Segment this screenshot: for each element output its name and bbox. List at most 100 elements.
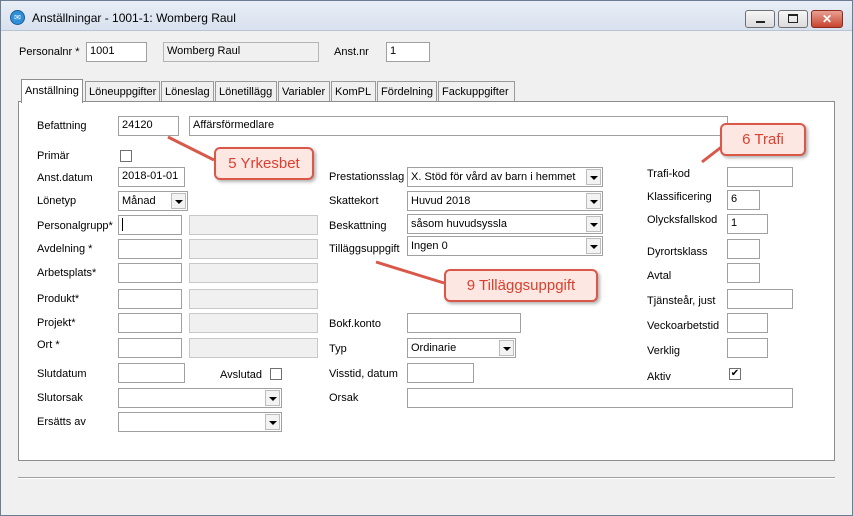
projekt-label: Projekt* [37,317,76,329]
typ-select[interactable]: Ordinarie [407,338,516,358]
beskattning-select[interactable]: såsom huvudsyssla [407,214,603,234]
verklig-label: Verklig [647,345,681,357]
befattning-label: Befattning [37,120,87,132]
slutdatum-label: Slutdatum [37,368,87,380]
tab-lonetillagg[interactable]: Lönetillägg [215,81,277,101]
befattning-code-field[interactable]: 24120 [118,116,179,136]
lonetyp-value: Månad [122,195,156,207]
olycksfallskod-field[interactable]: 1 [727,214,768,234]
trafikod-field[interactable] [727,167,793,187]
chevron-down-icon[interactable] [265,390,280,406]
veckoarbetstid-label: Veckoarbetstid [647,320,720,332]
callout-trafi: 6 Trafi [720,123,806,156]
chevron-down-icon[interactable] [586,216,601,232]
beskattning-value: såsom huvudsyssla [411,218,507,230]
projekt-field[interactable] [118,313,182,333]
avtal-field[interactable] [727,263,760,283]
dyrortsklass-field[interactable] [727,239,760,259]
avdelning-name-field [189,239,318,259]
personalgrupp-field[interactable] [118,215,182,235]
tab-fackuppgifter[interactable]: Fackuppgifter [438,81,515,101]
chevron-down-icon[interactable] [586,238,601,254]
arbetsplats-label: Arbetsplats* [37,267,97,279]
trafikod-label: Trafi-kod [647,168,690,180]
prestationsslag-select[interactable]: X. Stöd för vård av barn i hemmet [407,167,603,187]
bokfkonto-label: Bokf.konto [329,318,381,330]
prestationsslag-value: X. Stöd för vård av barn i hemmet [411,171,576,183]
personalgrupp-name-field [189,215,318,235]
chevron-down-icon[interactable] [265,414,280,430]
tillaggsuppgift-select[interactable]: Ingen 0 [407,236,603,256]
arbetsplats-field[interactable] [118,263,182,283]
tab-anstallning[interactable]: Anställning [21,79,83,103]
orsak-label: Orsak [329,392,359,404]
lonetyp-label: Lönetyp [37,195,77,207]
tjanstear-field[interactable] [727,289,793,309]
maximize-button[interactable] [778,10,808,28]
befattning-text-field[interactable]: Affärsförmedlare [189,116,728,136]
skattekort-label: Skattekort [329,195,379,207]
avslutad-label: Avslutad [220,369,262,381]
aktiv-label: Aktiv [647,371,671,383]
anstnr-label: Anst.nr [334,46,369,58]
olycksfallskod-label: Olycksfallskod [647,214,718,226]
veckoarbetstid-field[interactable] [727,313,768,333]
chevron-down-icon[interactable] [586,193,601,209]
arbetsplats-name-field [189,263,318,283]
orsak-field[interactable] [407,388,793,408]
slutorsak-select[interactable] [118,388,282,408]
aktiv-checkbox[interactable]: ✔ [729,368,741,380]
personalnr-label: Personalnr * [19,46,80,58]
primar-checkbox[interactable] [120,150,132,162]
close-button[interactable]: ✕ [811,10,843,28]
ort-name-field [189,338,318,358]
tillaggsuppgift-value: Ingen 0 [411,240,448,252]
prestationsslag-label: Prestationsslag [329,171,405,183]
bottom-divider [18,477,835,479]
anstdatum-field[interactable]: 2018-01-01 [118,167,185,187]
callout-yrkesbet: 5 Yrkesbet [214,147,314,180]
klassificering-field[interactable]: 6 [727,190,760,210]
tab-fordelning[interactable]: Fördelning [377,81,437,101]
klassificering-label: Klassificering [647,191,712,203]
produkt-field[interactable] [118,289,182,309]
minimize-icon [756,21,765,23]
tab-kompl[interactable]: KomPL [331,81,376,101]
skattekort-value: Huvud 2018 [411,195,471,207]
produkt-name-field [189,289,318,309]
ersatts-select[interactable] [118,412,282,432]
tjanstear-label: Tjänsteår, just [647,295,716,307]
personalgrupp-label: Personalgrupp* [37,220,113,232]
slutdatum-field[interactable] [118,363,185,383]
primar-label: Primär [37,150,70,162]
anstnr-field[interactable]: 1 [386,42,430,62]
ort-field[interactable] [118,338,182,358]
maximize-icon [788,14,798,23]
ort-label: Ort * [37,339,60,351]
application-window: ✉ Anställningar - 1001-1: Womberg Raul ✕… [0,0,853,516]
skattekort-select[interactable]: Huvud 2018 [407,191,603,211]
avslutad-checkbox[interactable] [270,368,282,380]
employee-name-field: Womberg Raul [163,42,319,62]
tab-loneslag[interactable]: Löneslag [161,81,214,101]
chevron-down-icon[interactable] [586,169,601,185]
app-icon: ✉ [10,10,25,25]
personalnr-field[interactable]: 1001 [86,42,147,62]
verklig-field[interactable] [727,338,768,358]
tab-variabler[interactable]: Variabler [278,81,330,101]
projekt-name-field [189,313,318,333]
tab-loneuppgifter[interactable]: Löneuppgifter [85,81,160,101]
dyrortsklass-label: Dyrortsklass [647,246,708,258]
avdelning-field[interactable] [118,239,182,259]
chevron-down-icon[interactable] [499,340,514,356]
minimize-button[interactable] [745,10,775,28]
title-bar[interactable]: ✉ Anställningar - 1001-1: Womberg Raul ✕ [1,1,852,31]
produkt-label: Produkt* [37,293,80,305]
window-title: Anställningar - 1001-1: Womberg Raul [32,11,236,25]
chevron-down-icon[interactable] [171,193,186,209]
bokfkonto-field[interactable] [407,313,521,333]
visstid-field[interactable] [407,363,474,383]
callout-tillaggsuppgift: 9 Tilläggsuppgift [444,269,598,302]
lonetyp-select[interactable]: Månad [118,191,188,211]
checkmark-icon: ✔ [730,368,740,379]
